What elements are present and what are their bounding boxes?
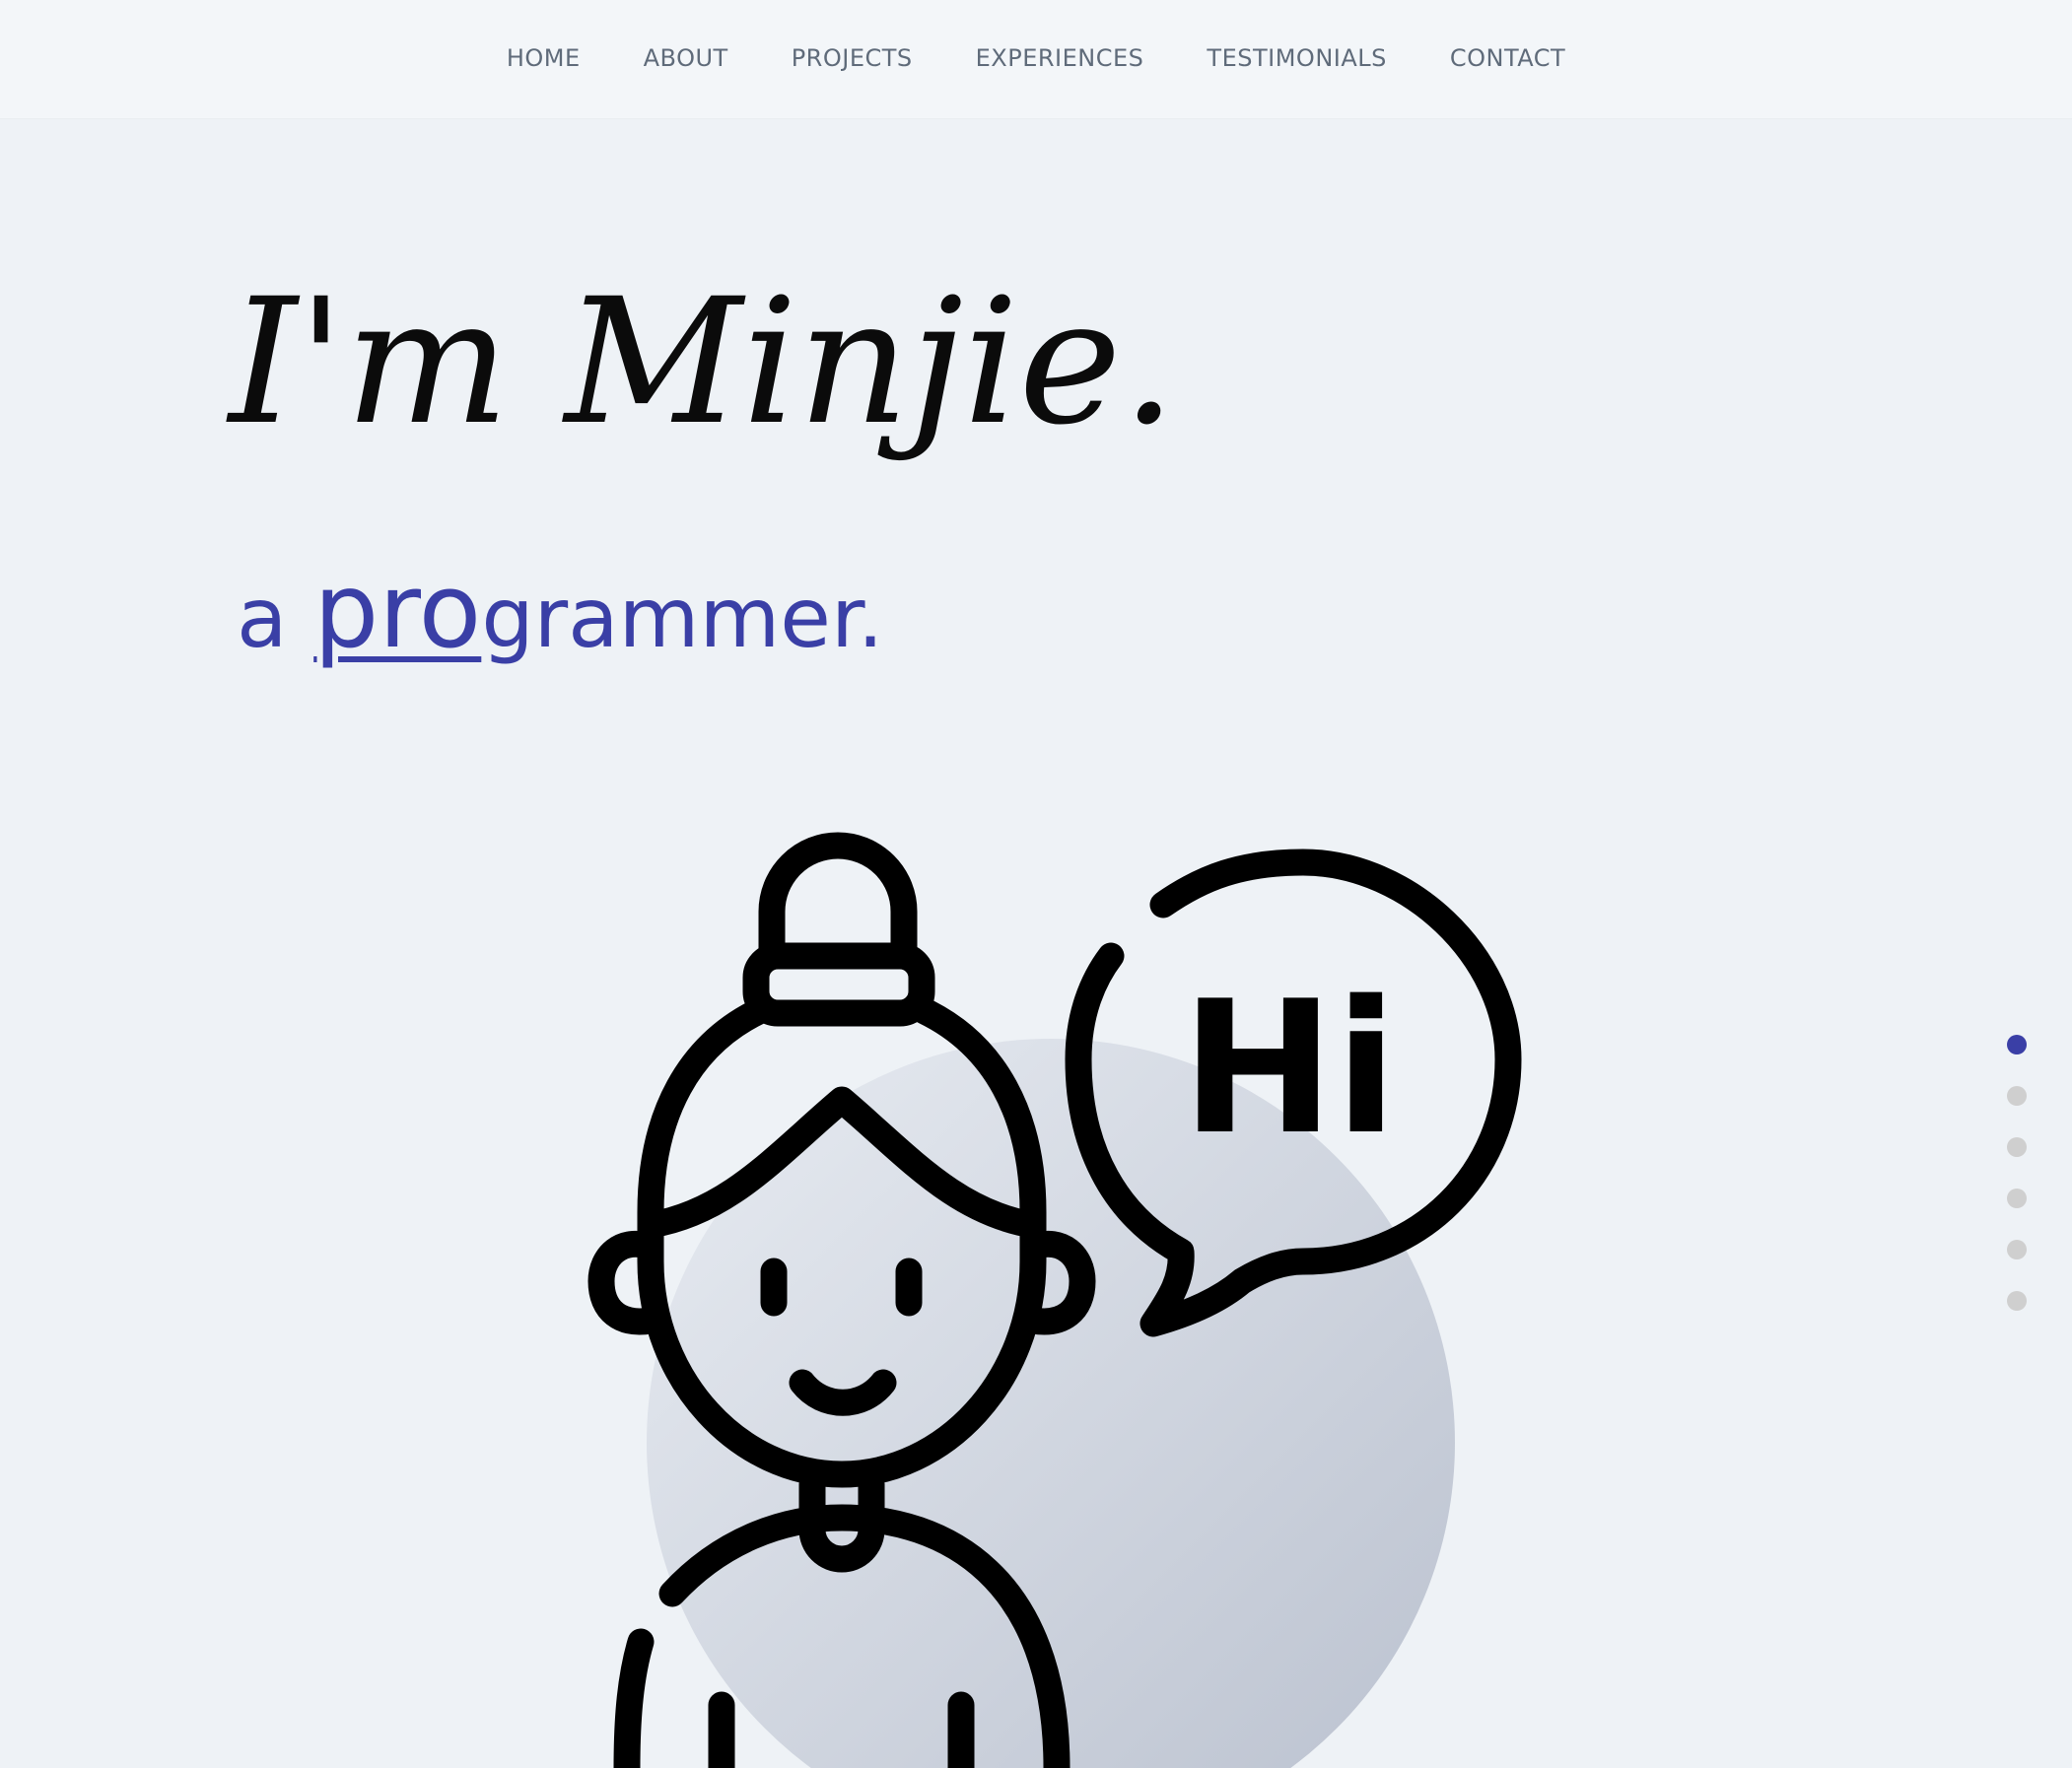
- nav-testimonials[interactable]: TESTIMONIALS: [1207, 44, 1386, 72]
- girl-avatar-icon: Hi: [587, 832, 1522, 1768]
- pagination-dot-6[interactable]: [2007, 1291, 2027, 1311]
- pagination-dot-2[interactable]: [2007, 1086, 2027, 1106]
- nav-about[interactable]: ABOUT: [644, 44, 728, 72]
- pagination-dot-1[interactable]: [2007, 1035, 2027, 1054]
- hero-heading: I'm Minjie.: [229, 261, 1177, 463]
- section-pagination: [2007, 1035, 2027, 1342]
- nav-home[interactable]: HOME: [507, 44, 581, 72]
- subtitle-suffix: grammer.: [481, 570, 884, 666]
- subtitle-highlight: pro: [313, 551, 482, 671]
- pagination-dot-4[interactable]: [2007, 1189, 2027, 1208]
- hair-tie: [742, 942, 935, 1027]
- page: HOME ABOUT PROJECTS EXPERIENCES TESTIMON…: [0, 0, 2072, 1768]
- main-nav: HOME ABOUT PROJECTS EXPERIENCES TESTIMON…: [0, 44, 2072, 72]
- left-arm: [613, 1628, 655, 1768]
- pagination-dot-5[interactable]: [2007, 1240, 2027, 1259]
- speech-text: Hi: [1181, 961, 1397, 1175]
- top-navigation-bar: HOME ABOUT PROJECTS EXPERIENCES TESTIMON…: [0, 0, 2072, 118]
- nav-projects[interactable]: PROJECTS: [792, 44, 913, 72]
- hair-bun: [758, 832, 918, 970]
- pagination-dot-3[interactable]: [2007, 1137, 2027, 1157]
- nav-experiences[interactable]: EXPERIENCES: [976, 44, 1144, 72]
- subtitle-prefix: a: [237, 570, 314, 666]
- hero-subtitle: a programmer.: [237, 560, 884, 662]
- nav-contact[interactable]: CONTACT: [1450, 44, 1565, 72]
